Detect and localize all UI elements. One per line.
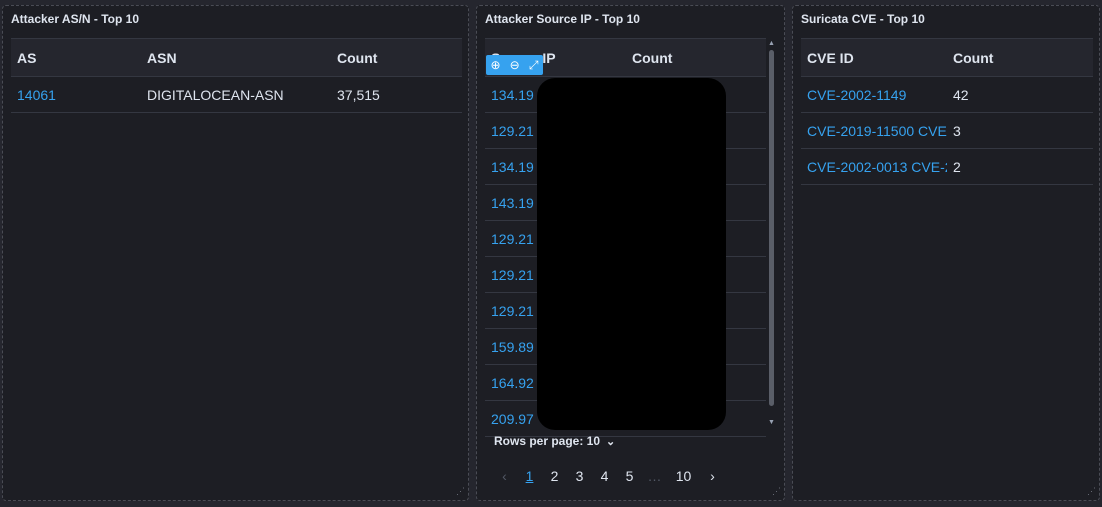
panel-title: Attacker AS/N - Top 10 [11,12,140,26]
count-cell: 37,515 [331,76,462,113]
count-cell: 3 [947,112,1093,149]
asn-cell: DIGITALOCEAN-ASN [141,76,331,113]
zoom-in-icon[interactable]: ⊕ [491,58,501,72]
table-row: CVE-2002-1149 42 [801,76,1093,113]
pagination: ‹ 1 2 3 4 5 … 10 › [492,468,725,484]
panel-attacker-source-ip: Attacker Source IP - Top 10 Source IP Co… [476,5,785,501]
resize-handle-icon[interactable]: ⋰ [772,486,781,497]
scroll-up-icon[interactable]: ▲ [768,40,775,47]
scroll-down-icon[interactable]: ▼ [768,419,775,426]
as-link[interactable]: 14061 [11,76,141,113]
rows-per-page-select[interactable]: Rows per page: 10 ⌄ [494,434,615,448]
count-cell: 2 [947,148,1093,185]
column-header-count[interactable]: Count [947,38,1093,77]
scrollbar-thumb[interactable] [769,50,774,406]
rows-per-page-label: Rows per page: 10 [494,434,601,448]
panel-title: Suricata CVE - Top 10 [801,12,925,26]
table-row: 14061 DIGITALOCEAN-ASN 37,515 [11,76,462,113]
page-button-10[interactable]: 10 [667,468,700,484]
table-scrollbar[interactable]: ▲ ▼ [767,40,777,426]
column-header-cve-id[interactable]: CVE ID [801,38,947,77]
table-row: CVE-2002-0013 CVE-2002-0012 2 [801,148,1093,185]
zoom-out-icon[interactable]: ⊖ [510,58,520,72]
resize-handle-icon[interactable]: ⋰ [1087,486,1096,497]
panel-suricata-cve: Suricata CVE - Top 10 CVE ID Count CVE-2… [792,5,1100,501]
page-button-5[interactable]: 5 [617,468,642,484]
resize-handle-icon[interactable]: ⋰ [456,486,465,497]
cve-link[interactable]: CVE-2019-11500 CVE-2019-11500 [801,112,947,149]
cve-link[interactable]: CVE-2002-0013 CVE-2002-0012 [801,148,947,185]
prev-page-icon[interactable]: ‹ [492,468,517,484]
pagination-ellipsis: … [647,468,662,484]
column-header-asn[interactable]: ASN [141,38,331,77]
redaction-mask [537,78,726,430]
cve-table: CVE ID Count CVE-2002-1149 42 CVE-2019-1… [801,38,1093,185]
column-header-count[interactable]: Count [626,38,766,77]
page-button-3[interactable]: 3 [567,468,592,484]
asn-table: AS ASN Count 14061 DIGITALOCEAN-ASN 37,5… [11,38,462,113]
panel-title: Attacker Source IP - Top 10 [485,12,640,26]
page-button-1[interactable]: 1 [517,468,542,484]
fit-to-screen-icon[interactable]: ⤢ [529,58,539,73]
zoom-toolbar: ⊕ ⊖ ⤢ [486,55,543,75]
page-button-2[interactable]: 2 [542,468,567,484]
table-header-row: AS ASN Count [11,38,462,77]
table-header-row: CVE ID Count [801,38,1093,77]
column-header-count[interactable]: Count [331,38,462,77]
column-header-as[interactable]: AS [11,38,141,77]
chevron-down-icon: ⌄ [606,436,616,448]
page-button-4[interactable]: 4 [592,468,617,484]
panel-attacker-asn: Attacker AS/N - Top 10 AS ASN Count 1406… [2,5,469,501]
count-cell: 42 [947,76,1093,113]
cve-link[interactable]: CVE-2002-1149 [801,76,947,113]
table-row: CVE-2019-11500 CVE-2019-11500 3 [801,112,1093,149]
next-page-icon[interactable]: › [700,468,725,484]
